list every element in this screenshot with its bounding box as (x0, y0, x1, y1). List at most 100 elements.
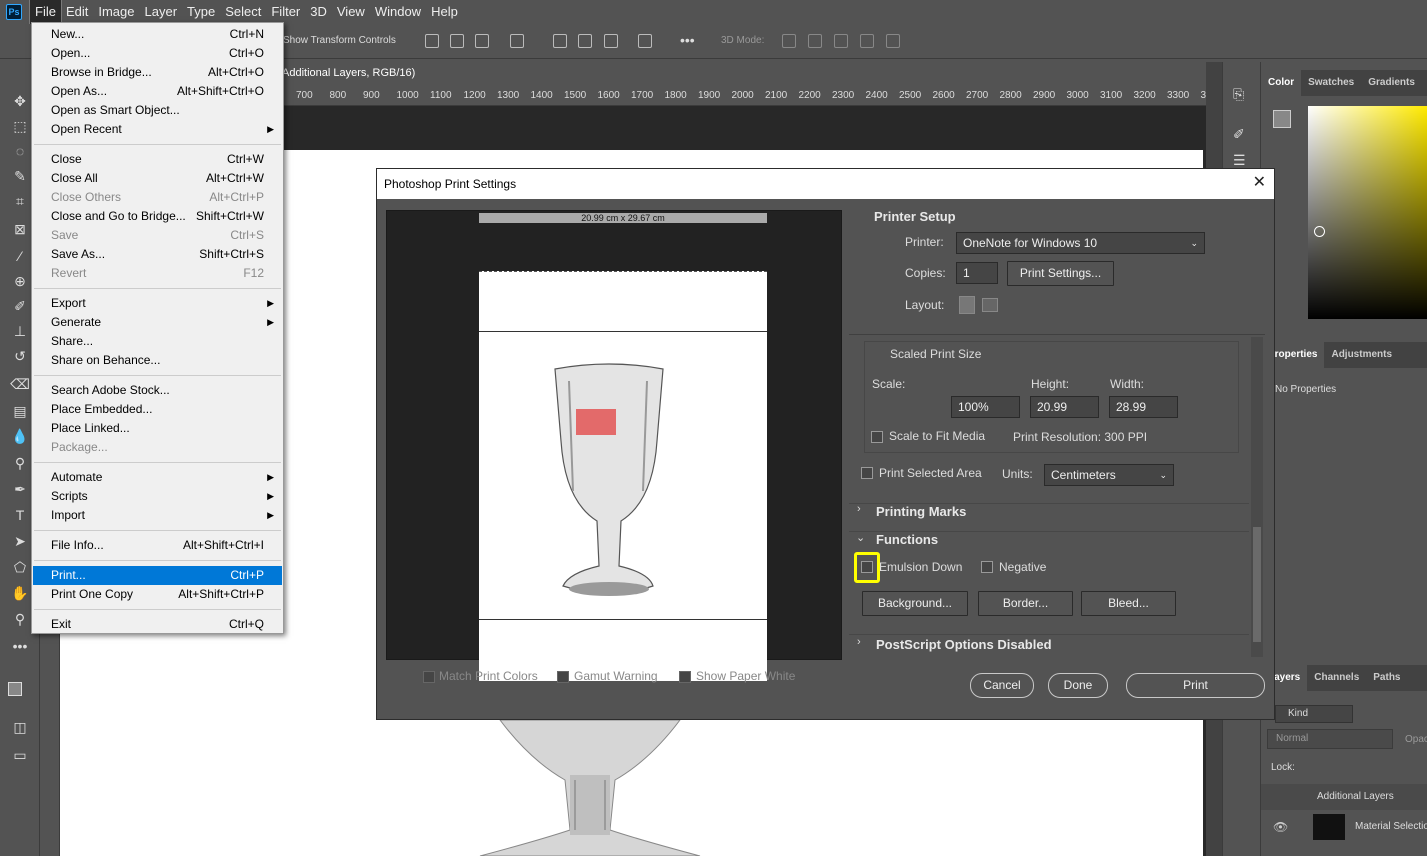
menu-image[interactable]: Image (93, 0, 139, 24)
postscript-heading[interactable]: PostScript Options Disabled (876, 637, 1052, 652)
align-bottom-icon[interactable] (604, 34, 618, 48)
file-menu-item[interactable]: Print... Ctrl+P (33, 566, 282, 585)
3d-roll-icon[interactable] (808, 34, 822, 48)
background-button[interactable]: Background... (862, 591, 968, 616)
eyedropper-icon[interactable]: ⁄ (10, 247, 30, 265)
file-menu-item[interactable]: Import ▶ (33, 506, 282, 525)
file-menu-item[interactable]: Search Adobe Stock... (33, 381, 282, 400)
menu-window[interactable]: Window (370, 0, 426, 24)
3d-scale-icon[interactable] (886, 34, 900, 48)
stamp-tool-icon[interactable]: ⊥ (10, 322, 30, 340)
tab-gradients[interactable]: Gradients (1361, 70, 1422, 96)
layer-row[interactable]: Additional Layers (1261, 784, 1427, 810)
hand-tool-icon[interactable]: ✋ (10, 584, 30, 602)
menu-help[interactable]: Help (426, 0, 463, 24)
align-center-icon[interactable] (450, 34, 464, 48)
file-menu-item[interactable]: Share... (33, 332, 282, 351)
menu-filter[interactable]: Filter (266, 0, 305, 24)
color-picker-field[interactable] (1308, 106, 1427, 319)
file-menu-item[interactable]: Browse in Bridge... Alt+Ctrl+O (33, 63, 282, 82)
file-menu-item[interactable]: Exit Ctrl+Q (33, 615, 282, 634)
negative-checkbox[interactable] (981, 561, 993, 573)
cancel-button[interactable]: Cancel (970, 673, 1034, 698)
menu-edit[interactable]: Edit (61, 0, 93, 24)
brush-tool-icon[interactable]: ✐ (10, 297, 30, 315)
marquee-tool-icon[interactable]: ⬚ (10, 117, 30, 135)
file-menu-item[interactable]: Print One Copy Alt+Shift+Ctrl+P (33, 585, 282, 604)
history-brush-icon[interactable]: ↺ (10, 347, 30, 365)
file-menu-item[interactable]: Close and Go to Bridge... Shift+Ctrl+W (33, 207, 282, 226)
menu-file[interactable]: File (29, 0, 62, 25)
file-menu-item[interactable]: Open Recent ▶ (33, 120, 282, 139)
border-button[interactable]: Border... (978, 591, 1073, 616)
zoom-tool-icon[interactable]: ⚲ (10, 610, 30, 628)
frame-tool-icon[interactable]: ⊠ (10, 220, 30, 238)
tab-paths[interactable]: Paths (1366, 665, 1407, 691)
brush-settings-icon[interactable]: ✐ (1233, 126, 1245, 143)
file-menu-item[interactable]: Close Ctrl+W (33, 150, 282, 169)
screen-mode-icon[interactable]: ▭ (10, 746, 30, 764)
eye-icon[interactable]: 👁 (1273, 820, 1288, 834)
distribute-vertical-icon[interactable] (638, 34, 652, 48)
paper-white-checkbox[interactable] (679, 671, 691, 683)
blur-tool-icon[interactable]: 💧 (10, 427, 30, 445)
move-tool-icon[interactable]: ✥ (10, 92, 30, 110)
eraser-tool-icon[interactable]: ⌫ (10, 375, 30, 393)
menu-3d[interactable]: 3D (305, 0, 332, 24)
height-input[interactable]: 20.99 (1030, 396, 1099, 418)
print-button[interactable]: Print (1126, 673, 1265, 698)
file-menu-item[interactable]: Open as Smart Object... (33, 101, 282, 120)
history-panel-icon[interactable]: ⎘ (1233, 86, 1244, 103)
emulsion-down-checkbox[interactable] (861, 561, 873, 573)
menu-layer[interactable]: Layer (140, 0, 183, 24)
align-right-icon[interactable] (475, 34, 489, 48)
print-settings-button[interactable]: Print Settings... (1007, 261, 1114, 286)
align-middle-icon[interactable] (578, 34, 592, 48)
panel-foreground-swatch[interactable] (1273, 110, 1291, 128)
quick-select-icon[interactable]: ✎ (10, 167, 30, 185)
document-tab[interactable]: Additional Layers, RGB/16) × (268, 62, 428, 101)
menu-type[interactable]: Type (182, 0, 220, 24)
file-menu-item[interactable]: New... Ctrl+N (33, 25, 282, 44)
3d-slide-icon[interactable] (860, 34, 874, 48)
color-picker-cursor[interactable] (1314, 226, 1325, 237)
dodge-tool-icon[interactable]: ⚲ (10, 454, 30, 472)
menu-view[interactable]: View (332, 0, 370, 24)
crop-tool-icon[interactable]: ⌗ (10, 192, 30, 210)
tab-adjustments[interactable]: Adjustments (1324, 342, 1399, 368)
distribute-icon[interactable] (510, 34, 524, 48)
layer-row[interactable]: 👁 Material Selection (1261, 812, 1427, 842)
print-selected-area-checkbox[interactable] (861, 467, 873, 479)
file-menu-item[interactable]: Open As... Alt+Shift+Ctrl+O (33, 82, 282, 101)
3d-pan-icon[interactable] (834, 34, 848, 48)
scale-input[interactable]: 100% (951, 396, 1020, 418)
shape-tool-icon[interactable]: ⬠ (10, 558, 30, 576)
quick-mask-icon[interactable]: ◫ (10, 718, 30, 736)
width-input[interactable]: 28.99 (1109, 396, 1178, 418)
healing-brush-icon[interactable]: ⊕ (10, 272, 30, 290)
portrait-layout-icon[interactable] (959, 296, 975, 314)
menu-select[interactable]: Select (220, 0, 266, 24)
units-select[interactable]: Centimeters ⌄ (1044, 464, 1174, 486)
pen-tool-icon[interactable]: ✒ (10, 480, 30, 498)
close-icon[interactable]: ✕ (1253, 175, 1266, 191)
file-menu-item[interactable]: Save As... Shift+Ctrl+S (33, 245, 282, 264)
align-top-icon[interactable] (553, 34, 567, 48)
functions-heading[interactable]: Functions (876, 532, 938, 547)
printing-marks-heading[interactable]: Printing Marks (876, 504, 966, 519)
file-menu-item[interactable]: Generate ▶ (33, 313, 282, 332)
file-menu-item[interactable]: File Info... Alt+Shift+Ctrl+I (33, 536, 282, 555)
more-options-icon[interactable]: ••• (680, 32, 695, 48)
match-colors-checkbox[interactable] (423, 671, 435, 683)
scrollbar-track[interactable] (1251, 337, 1263, 657)
chevron-down-icon[interactable]: ⌄ (856, 531, 865, 544)
tab-color[interactable]: Color (1261, 70, 1302, 96)
align-left-icon[interactable] (425, 34, 439, 48)
done-button[interactable]: Done (1048, 673, 1108, 698)
scrollbar-thumb[interactable] (1253, 527, 1261, 642)
file-menu-item[interactable]: Place Embedded... (33, 400, 282, 419)
printer-select[interactable]: OneNote for Windows 10 ⌄ (956, 232, 1205, 254)
gamut-warning-checkbox[interactable] (557, 671, 569, 683)
bleed-button[interactable]: Bleed... (1081, 591, 1176, 616)
file-menu-item[interactable]: Automate ▶ (33, 468, 282, 487)
